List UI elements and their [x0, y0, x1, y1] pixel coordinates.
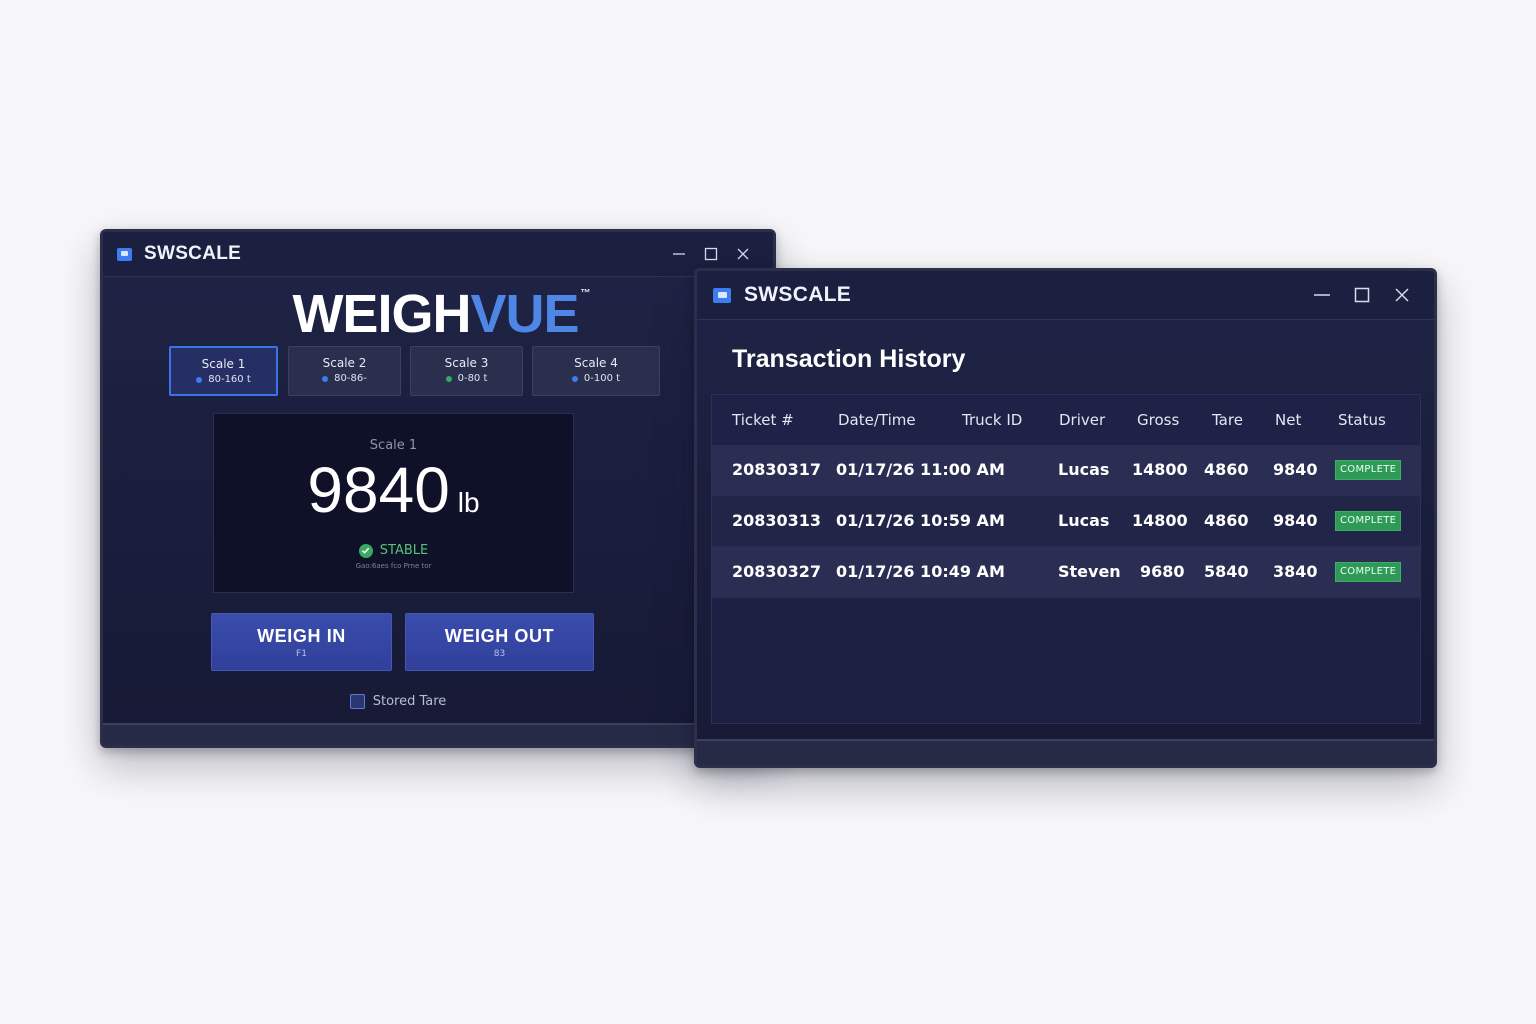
scale-range-text: 0-100 t: [583, 373, 621, 384]
scale-tab-name: Scale 2: [322, 356, 367, 370]
stable-indicator: STABLE: [214, 543, 573, 558]
history-window: SWSCALE Transaction History Ticket # Dat…: [694, 268, 1437, 768]
ticket-cell: 20830317: [732, 460, 822, 479]
scale-tab-range: 80-160 t: [171, 374, 276, 386]
stored-tare-label: Stored Tare: [372, 694, 447, 709]
scale-tab-name: Scale 4: [574, 356, 618, 370]
weighvue-logo: WEIGHVUE ™: [103, 284, 773, 344]
weight-display: Scale 1 9840 lb STABLE Gao:6aes fco Prne …: [213, 413, 574, 593]
scale-range-text: 80-86-: [334, 373, 367, 384]
column-header-tare[interactable]: Tare: [1212, 411, 1243, 429]
minimize-icon[interactable]: [1302, 279, 1342, 311]
scale-tab-range: 0-100 t: [533, 373, 659, 385]
window-controls: [663, 239, 759, 269]
status-badge: COMPLETE: [1335, 460, 1402, 480]
column-header-gross[interactable]: Gross: [1137, 411, 1179, 429]
weigh-out-button[interactable]: WEIGH OUT 83: [405, 613, 594, 671]
status-dot-icon: [445, 376, 452, 382]
app-title: SWSCALE: [744, 283, 852, 306]
weigh-in-label: WEIGH IN: [257, 626, 346, 646]
minimize-icon[interactable]: [663, 239, 695, 269]
logo-trademark: ™: [580, 288, 591, 299]
datetime-cell: 01/17/26 10:59 AM: [836, 511, 1005, 530]
tare-cell: 5840: [1204, 562, 1249, 581]
driver-cell: Lucas: [1058, 460, 1110, 479]
status-badge: COMPLETE: [1335, 562, 1402, 582]
app-title: SWSCALE: [144, 243, 242, 264]
status-dot-icon: [322, 376, 329, 382]
tab-scale-3[interactable]: Scale 3 0-80 t: [410, 346, 523, 396]
status-dot-icon: [196, 377, 203, 383]
weigh-out-label: WEIGH OUT: [444, 626, 555, 646]
title-bar: SWSCALE: [697, 271, 1434, 320]
scale-tab-range: 0-80 t: [411, 373, 522, 385]
scale-window: SWSCALE WEIGHVUE ™ Scale 1 80-160 t Scale…: [100, 229, 776, 748]
net-cell: 9840: [1273, 460, 1318, 479]
net-cell: 3840: [1273, 562, 1318, 581]
gross-cell: 14800: [1132, 460, 1188, 479]
driver-cell: Lucas: [1058, 511, 1110, 530]
gross-cell: 9680: [1140, 562, 1185, 581]
scale-range-text: 0-80 t: [457, 373, 488, 384]
tab-scale-4[interactable]: Scale 4 0-100 t: [532, 346, 660, 396]
app-icon: [713, 287, 731, 303]
weigh-in-button[interactable]: WEIGH IN F1: [211, 613, 392, 671]
tab-scale-2[interactable]: Scale 2 80-86-: [288, 346, 401, 396]
window-controls: [1302, 279, 1422, 311]
scale-range-text: 80-160 t: [208, 374, 251, 385]
status-badge: COMPLETE: [1335, 511, 1402, 531]
gross-cell: 14800: [1132, 511, 1188, 530]
title-bar: SWSCALE: [103, 232, 773, 277]
datetime-cell: 01/17/26 10:49 AM: [836, 562, 1005, 581]
ticket-cell: 20830327: [732, 562, 822, 581]
transaction-table: Ticket # Date/Time Truck ID Driver Gross…: [711, 394, 1421, 724]
logo-part2: VUE: [470, 284, 579, 344]
status-bar: [103, 723, 773, 745]
close-icon[interactable]: [1382, 279, 1422, 311]
table-header: Ticket # Date/Time Truck ID Driver Gross…: [712, 395, 1420, 446]
page-title: Transaction History: [732, 345, 966, 373]
check-icon: [358, 543, 373, 558]
column-header-net[interactable]: Net: [1275, 411, 1301, 429]
table-row[interactable]: 20830313 01/17/26 10:59 AM Lucas 14800 4…: [712, 496, 1420, 547]
scale-tab-name: Scale 1: [201, 357, 246, 371]
scale-tab-name: Scale 3: [444, 356, 489, 370]
ticket-cell: 20830313: [732, 511, 822, 530]
weigh-in-shortcut: F1: [296, 649, 307, 659]
status-bar: [697, 739, 1434, 765]
maximize-icon[interactable]: [695, 239, 727, 269]
display-scale-label: Scale 1: [369, 438, 418, 453]
weight-unit: lb: [457, 487, 480, 518]
driver-cell: Steven: [1058, 562, 1121, 581]
weight-value: 9840: [307, 454, 450, 526]
column-header-ticket[interactable]: Ticket #: [732, 411, 794, 429]
display-substatus: Gao:6aes fco Prne tor: [355, 562, 432, 570]
maximize-icon[interactable]: [1342, 279, 1382, 311]
column-header-truck-id[interactable]: Truck ID: [962, 411, 1022, 429]
logo-part1: WEIGH: [292, 284, 471, 344]
tare-cell: 4860: [1204, 460, 1249, 479]
app-icon: [117, 247, 132, 261]
table-row[interactable]: 20830327 01/17/26 10:49 AM Steven 9680 5…: [712, 547, 1420, 598]
datetime-cell: 01/17/26 11:00 AM: [836, 460, 1005, 479]
stored-tare-checkbox[interactable]: [349, 694, 365, 709]
table-row[interactable]: 20830317 01/17/26 11:00 AM Lucas 14800 4…: [712, 445, 1420, 496]
column-header-driver[interactable]: Driver: [1059, 411, 1105, 429]
status-dot-icon: [571, 376, 578, 382]
weigh-out-shortcut: 83: [493, 649, 506, 659]
column-header-status[interactable]: Status: [1338, 411, 1386, 429]
close-icon[interactable]: [727, 239, 759, 269]
stable-text: STABLE: [379, 543, 429, 558]
weight-readout: 9840 lb: [214, 458, 573, 522]
scale-tab-range: 80-86-: [289, 373, 400, 385]
stored-tare-option: Stored Tare: [103, 694, 693, 709]
tab-scale-1[interactable]: Scale 1 80-160 t: [169, 346, 278, 396]
tare-cell: 4860: [1204, 511, 1249, 530]
net-cell: 9840: [1273, 511, 1318, 530]
column-header-datetime[interactable]: Date/Time: [838, 411, 916, 429]
